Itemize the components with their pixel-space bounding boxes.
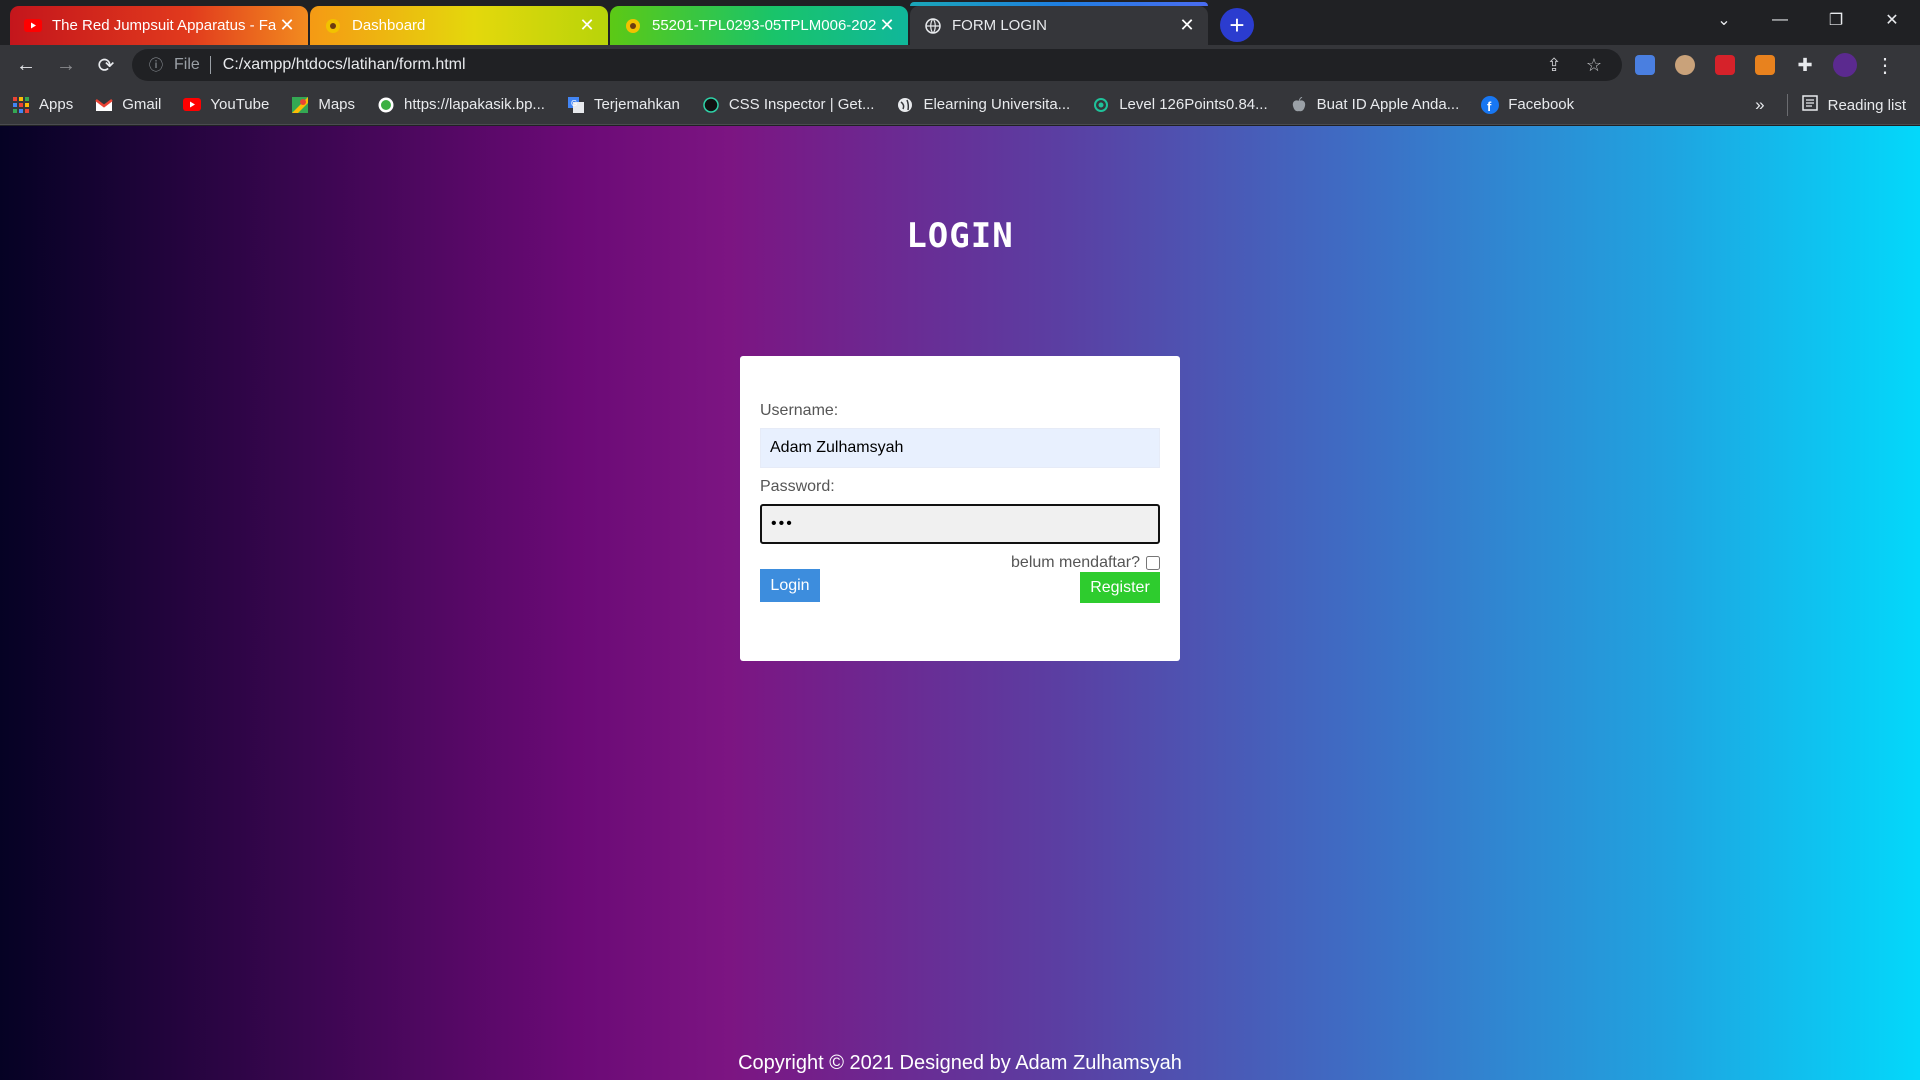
bookmark-label: YouTube	[210, 96, 270, 113]
reading-list-label[interactable]: Reading list	[1828, 97, 1906, 114]
owl-extension-icon[interactable]	[1668, 49, 1702, 81]
svg-text:f: f	[1487, 99, 1492, 114]
tab-red-jumpsuit[interactable]: The Red Jumpsuit Apparatus - Fa ✕	[10, 6, 308, 45]
youtube-icon	[183, 96, 202, 114]
tab-title: Dashboard	[352, 17, 426, 34]
bookmark-label: https://lapakasik.bp...	[404, 96, 545, 113]
new-tab-button[interactable]: +	[1220, 8, 1254, 42]
bookmark-label: Apps	[39, 96, 74, 113]
url-text[interactable]: C:/xampp/htdocs/latihan/form.html	[223, 56, 1528, 74]
facebook-icon: f	[1481, 95, 1500, 114]
reload-icon[interactable]: ⟳	[88, 49, 124, 81]
apple-icon	[1290, 96, 1308, 114]
register-checkbox[interactable]	[1146, 556, 1160, 570]
bookmark-level[interactable]: Level 126Points0.84...	[1092, 96, 1268, 114]
apps-grid-icon	[12, 96, 30, 114]
window-close-icon[interactable]: ✕	[1864, 0, 1920, 40]
page-viewport: LOGIN Username: Password: belum mendafta…	[0, 126, 1920, 1080]
css-inspector-icon	[702, 96, 720, 114]
bookmark-star-icon[interactable]: ☆	[1580, 51, 1608, 79]
username-input[interactable]	[760, 428, 1160, 468]
menu-kebab-icon[interactable]: ⋮	[1868, 49, 1902, 81]
close-icon[interactable]: ✕	[276, 15, 298, 37]
window-controls: ⌄ — ❐ ✕	[1696, 0, 1920, 40]
level-icon	[1092, 96, 1110, 114]
profile-avatar[interactable]	[1828, 49, 1862, 81]
bookmark-apps[interactable]: Apps	[12, 96, 73, 114]
bookmark-label: Buat ID Apple Anda...	[1316, 96, 1460, 113]
restore-icon[interactable]: ❐	[1808, 0, 1864, 40]
password-input[interactable]	[760, 504, 1160, 544]
bookmarks-overflow-icon[interactable]: »	[1755, 95, 1764, 115]
tab-search-chevron-icon[interactable]: ⌄	[1696, 0, 1752, 40]
translate-extension-icon[interactable]	[1628, 49, 1662, 81]
button-row: Login Register	[760, 569, 1160, 612]
bookmark-maps[interactable]: Maps	[291, 96, 355, 114]
sunflower-icon	[624, 17, 642, 35]
svg-text:G: G	[571, 99, 577, 108]
register-button[interactable]: Register	[1080, 572, 1160, 603]
gmail-icon	[95, 96, 113, 114]
bookmark-elearning[interactable]: Elearning Universita...	[896, 96, 1070, 114]
password-label: Password:	[760, 478, 835, 495]
bookmark-label: Elearning Universita...	[923, 96, 1071, 113]
bookmark-label: Maps	[318, 96, 356, 113]
bookmark-terjemahkan[interactable]: G Terjemahkan	[567, 96, 680, 114]
address-bar[interactable]: ⓘ File C:/xampp/htdocs/latihan/form.html…	[132, 49, 1622, 81]
footer-copyright: Copyright © 2021 Designed by Adam Zulham…	[738, 1052, 1182, 1074]
translate-icon: G	[567, 96, 585, 114]
url-scheme: File	[174, 56, 200, 73]
tab-strip: The Red Jumpsuit Apparatus - Fa ✕ Dashbo…	[0, 0, 1920, 45]
globe-icon	[924, 17, 942, 35]
extensions-puzzle-icon[interactable]: ✚	[1788, 49, 1822, 81]
red-extension-icon[interactable]	[1708, 49, 1742, 81]
bookmarks-bar: Apps Gmail YouTube Maps https://lapakasi…	[0, 85, 1920, 125]
tab-dashboard[interactable]: Dashboard ✕	[310, 6, 608, 45]
divider	[209, 56, 211, 74]
bookmark-label: Level 126Points0.84...	[1119, 96, 1268, 113]
close-icon[interactable]: ✕	[876, 15, 898, 37]
info-icon[interactable]: ⓘ	[146, 55, 166, 75]
close-icon[interactable]: ✕	[1176, 15, 1198, 37]
bookmark-css-inspector[interactable]: CSS Inspector | Get...	[702, 96, 875, 114]
divider	[1786, 94, 1788, 116]
share-icon[interactable]: ⇪	[1540, 51, 1568, 79]
tab-form-login[interactable]: FORM LOGIN ✕	[910, 2, 1208, 45]
tab-title: The Red Jumpsuit Apparatus - Fa	[52, 17, 276, 34]
register-prompt-label: belum mendaftar?	[1011, 554, 1140, 571]
back-arrow-icon[interactable]: ←	[8, 49, 44, 81]
browser-chrome: The Red Jumpsuit Apparatus - Fa ✕ Dashbo…	[0, 0, 1920, 125]
tab-title: FORM LOGIN	[952, 17, 1048, 34]
maps-icon	[291, 96, 309, 114]
minimize-icon[interactable]: —	[1752, 0, 1808, 40]
youtube-icon	[24, 17, 42, 35]
bookmark-label: CSS Inspector | Get...	[728, 96, 875, 113]
reading-list-icon[interactable]	[1801, 95, 1818, 115]
metamask-icon[interactable]	[1748, 49, 1782, 81]
bookmark-gmail[interactable]: Gmail	[95, 96, 161, 114]
tab-course[interactable]: 55201-TPL0293-05TPLM006-2021 ✕	[610, 6, 908, 45]
globe-icon	[896, 96, 914, 114]
register-check-row: belum mendaftar?	[760, 554, 1160, 572]
close-icon[interactable]: ✕	[576, 15, 598, 37]
bookmark-label: Gmail	[122, 96, 162, 113]
bookmark-lapakasik[interactable]: https://lapakasik.bp...	[377, 96, 545, 114]
bookmark-youtube[interactable]: YouTube	[183, 96, 269, 114]
tab-title: 55201-TPL0293-05TPLM006-2021	[652, 17, 876, 34]
bookmark-facebook[interactable]: f Facebook	[1481, 95, 1575, 114]
bookmarks-right: » Reading list	[1755, 85, 1906, 125]
login-button[interactable]: Login	[760, 569, 820, 602]
bookmark-label: Facebook	[1508, 96, 1575, 113]
green-circle-icon	[377, 96, 395, 114]
toolbar: ← → ⟳ ⓘ File C:/xampp/htdocs/latihan/for…	[0, 45, 1920, 85]
forward-arrow-icon[interactable]: →	[48, 49, 84, 81]
login-form-card: Username: Password: belum mendaftar? Log…	[740, 356, 1180, 661]
bookmark-apple-id[interactable]: Buat ID Apple Anda...	[1290, 96, 1460, 114]
sunflower-icon	[324, 17, 342, 35]
bookmark-label: Terjemahkan	[593, 96, 680, 113]
page-title: LOGIN	[906, 216, 1014, 256]
username-label: Username:	[760, 402, 839, 419]
